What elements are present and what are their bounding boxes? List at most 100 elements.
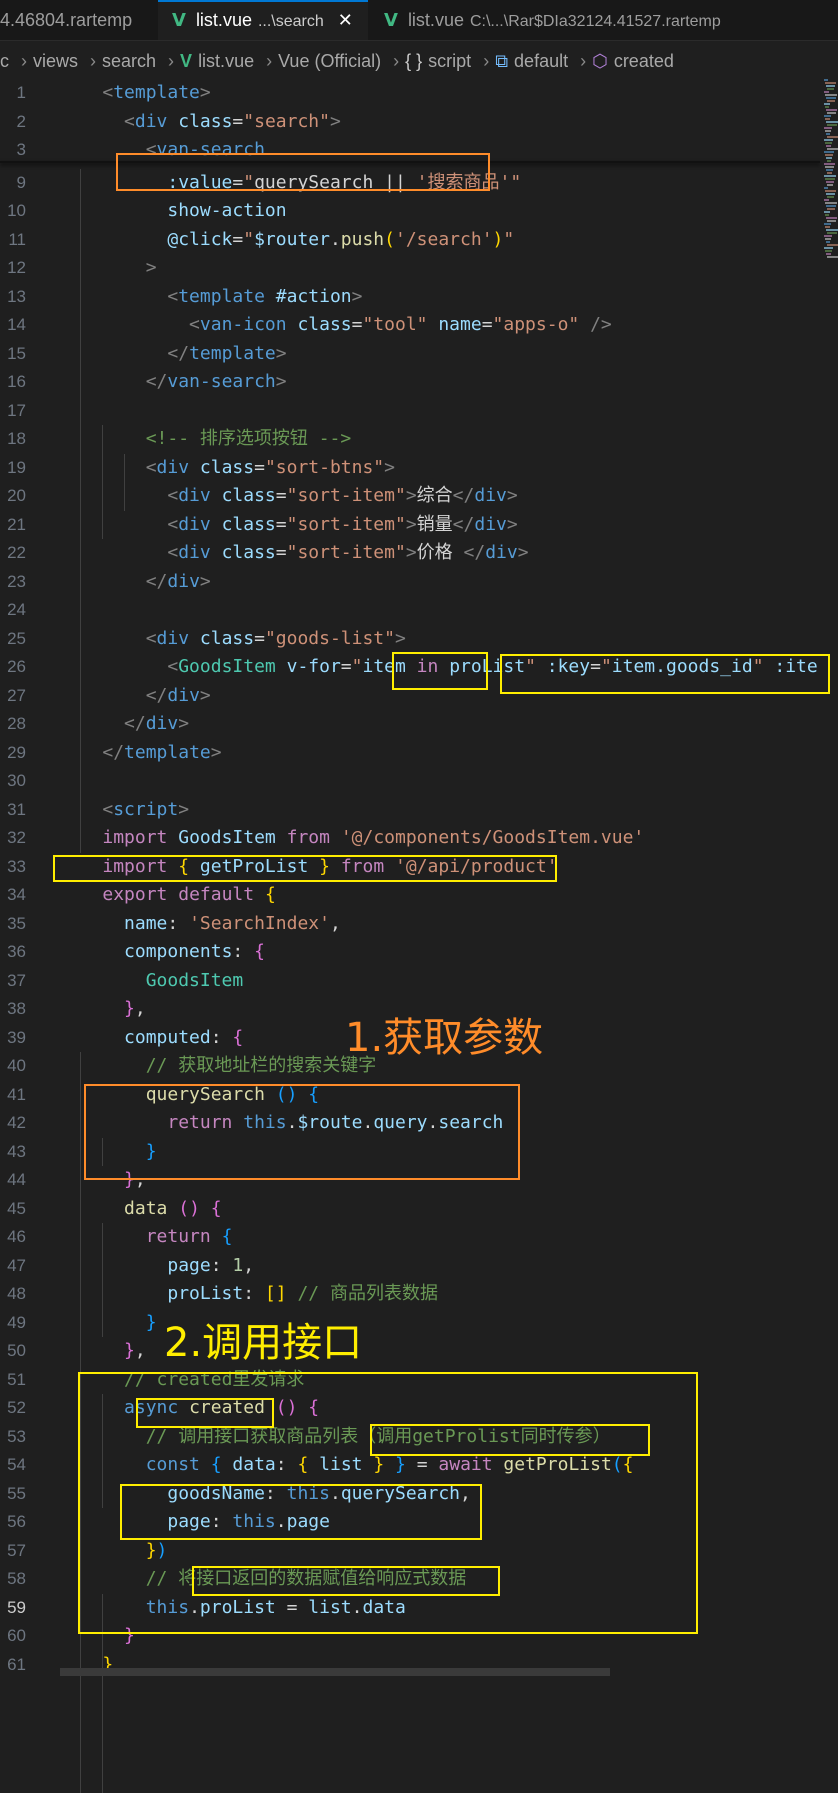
line-number: 52 bbox=[0, 1394, 26, 1423]
minimap[interactable] bbox=[824, 79, 838, 279]
code-editor[interactable]: 1 <template>2 <div class="search">3 <van… bbox=[0, 79, 820, 1676]
code-line[interactable]: 52 async created () { bbox=[0, 1394, 820, 1423]
tab-list-vue-search[interactable]: Vlist.vue...\search✕ bbox=[158, 0, 368, 40]
code-token: this bbox=[232, 1511, 275, 1532]
code-line[interactable]: 55 goodsName: this.querySearch, bbox=[0, 1480, 820, 1509]
code-line[interactable]: 14 <van-icon class="tool" name="apps-o" … bbox=[0, 311, 820, 340]
code-line[interactable]: 11 @click="$router.push('/search')" bbox=[0, 226, 820, 255]
breadcrumb-item[interactable]: search bbox=[102, 51, 156, 71]
line-number: 36 bbox=[0, 938, 26, 967]
code-line[interactable]: 12 > bbox=[0, 254, 820, 283]
code-line[interactable]: 42 return this.$route.query.search bbox=[0, 1109, 820, 1138]
code-token: :value bbox=[167, 172, 232, 193]
code-line[interactable]: 17 bbox=[0, 397, 820, 426]
code-token: = bbox=[276, 485, 287, 506]
code-line[interactable]: 27 </div> bbox=[0, 682, 820, 711]
code-line[interactable]: 24 bbox=[0, 596, 820, 625]
breadcrumb-item[interactable]: default bbox=[514, 51, 568, 71]
breadcrumb-item[interactable]: list.vue bbox=[198, 51, 254, 71]
code-token bbox=[59, 970, 146, 991]
code-token: this bbox=[243, 1112, 286, 1133]
code-token bbox=[59, 1084, 146, 1105]
code-line[interactable]: 45 data () { bbox=[0, 1195, 820, 1224]
code-line[interactable]: 9 :value="querySearch || '搜索商品'" bbox=[0, 169, 820, 198]
close-icon[interactable]: ✕ bbox=[338, 10, 353, 30]
code-line[interactable]: 53 // 调用接口获取商品列表（调用getProlist同时传参） bbox=[0, 1423, 820, 1452]
code-token: } bbox=[373, 1454, 384, 1475]
code-line[interactable]: 25 <div class="goods-list"> bbox=[0, 625, 820, 654]
code-line[interactable]: 50 }, bbox=[0, 1337, 820, 1366]
code-line[interactable]: 48 proList: [] // 商品列表数据 bbox=[0, 1280, 820, 1309]
code-line[interactable]: 32 import GoodsItem from '@/components/G… bbox=[0, 824, 820, 853]
code-token: class bbox=[297, 314, 351, 335]
code-line[interactable]: 18 <!-- 排序选项按钮 --> bbox=[0, 425, 820, 454]
code-line[interactable]: 31 <script> bbox=[0, 796, 820, 825]
horizontal-scrollbar[interactable] bbox=[60, 1668, 610, 1676]
code-line[interactable]: 26 <GoodsItem v-for="item in proList" :k… bbox=[0, 653, 820, 682]
code-token: " bbox=[525, 656, 536, 677]
code-line[interactable]: 21 <div class="sort-item">销量</div> bbox=[0, 511, 820, 540]
code-line[interactable]: 47 page: 1, bbox=[0, 1252, 820, 1281]
code-line[interactable]: 54 const { data: { list } } = await getP… bbox=[0, 1451, 820, 1480]
tab-list-vue-rartemp[interactable]: Vlist.vueC:\...\Rar$DIa32124.41527.rarte… bbox=[370, 0, 838, 40]
code-line[interactable]: 15 </template> bbox=[0, 340, 820, 369]
breadcrumb-item[interactable]: c bbox=[0, 51, 9, 71]
code-text: name: 'SearchIndex', bbox=[59, 910, 341, 939]
line-number: 11 bbox=[0, 226, 26, 255]
breadcrumb-item[interactable]: script bbox=[428, 51, 471, 71]
code-line[interactable]: 23 </div> bbox=[0, 568, 820, 597]
code-text: page: 1, bbox=[59, 1252, 254, 1281]
code-token: page bbox=[167, 1511, 210, 1532]
code-token: item.goods_id bbox=[612, 656, 753, 677]
code-text: }, bbox=[59, 1166, 146, 1195]
breadcrumb-item[interactable]: views bbox=[33, 51, 78, 71]
code-line[interactable]: 35 name: 'SearchIndex', bbox=[0, 910, 820, 939]
code-line[interactable]: 57 }) bbox=[0, 1537, 820, 1566]
code-token bbox=[59, 1511, 167, 1532]
code-line[interactable]: 56 page: this.page bbox=[0, 1508, 820, 1537]
code-line[interactable]: 51 // created里发请求 bbox=[0, 1366, 820, 1395]
line-number: 60 bbox=[0, 1622, 26, 1651]
code-line[interactable]: 58 // 将接口返回的数据赋值给响应式数据 bbox=[0, 1565, 820, 1594]
code-line[interactable]: 49 } bbox=[0, 1309, 820, 1338]
minimap-line bbox=[825, 250, 832, 252]
code-line[interactable]: 60 } bbox=[0, 1622, 820, 1651]
code-line[interactable]: 36 components: { bbox=[0, 938, 820, 967]
code-line[interactable]: 20 <div class="sort-item">综合</div> bbox=[0, 482, 820, 511]
code-text: > bbox=[59, 254, 157, 283]
code-line[interactable]: 37 GoodsItem bbox=[0, 967, 820, 996]
code-line[interactable]: 33 import { getProList } from '@/api/pro… bbox=[0, 853, 820, 882]
code-line[interactable]: 16 </van-search> bbox=[0, 368, 820, 397]
line-number: 53 bbox=[0, 1423, 26, 1452]
breadcrumb-item[interactable]: created bbox=[614, 51, 674, 71]
code-line[interactable]: 2 <div class="search"> bbox=[0, 108, 820, 137]
code-token: $route bbox=[297, 1112, 362, 1133]
code-line[interactable]: 22 <div class="sort-item">价格 </div> bbox=[0, 539, 820, 568]
minimap-line bbox=[826, 121, 838, 123]
code-line[interactable]: 1 <template> bbox=[0, 79, 820, 108]
code-text: proList: [] // 商品列表数据 bbox=[59, 1280, 438, 1309]
code-line[interactable]: 41 querySearch () { bbox=[0, 1081, 820, 1110]
code-line[interactable]: 10 show-action bbox=[0, 197, 820, 226]
code-text: show-action bbox=[59, 197, 287, 226]
code-token bbox=[59, 82, 102, 103]
breadcrumb-item[interactable]: Vue (Official) bbox=[278, 51, 381, 71]
code-line[interactable]: 13 <template #action> bbox=[0, 283, 820, 312]
code-token: :ite bbox=[764, 656, 818, 677]
code-token bbox=[287, 1283, 298, 1304]
code-line[interactable]: 44 }, bbox=[0, 1166, 820, 1195]
code-line[interactable]: 46 return { bbox=[0, 1223, 820, 1252]
minimap-line bbox=[826, 97, 836, 99]
code-token: proList bbox=[200, 1597, 276, 1618]
tab-rartemp[interactable]: 4.46804.rartemp bbox=[0, 0, 156, 40]
code-line[interactable]: 30 bbox=[0, 767, 820, 796]
code-line[interactable]: 29 </template> bbox=[0, 739, 820, 768]
code-line[interactable]: 19 <div class="sort-btns"> bbox=[0, 454, 820, 483]
code-token bbox=[200, 1198, 211, 1219]
code-token bbox=[384, 1454, 395, 1475]
minimap-line bbox=[824, 211, 830, 213]
code-line[interactable]: 59 this.proList = list.data bbox=[0, 1594, 820, 1623]
code-line[interactable]: 43 } bbox=[0, 1138, 820, 1167]
code-line[interactable]: 28 </div> bbox=[0, 710, 820, 739]
code-line[interactable]: 34 export default { bbox=[0, 881, 820, 910]
